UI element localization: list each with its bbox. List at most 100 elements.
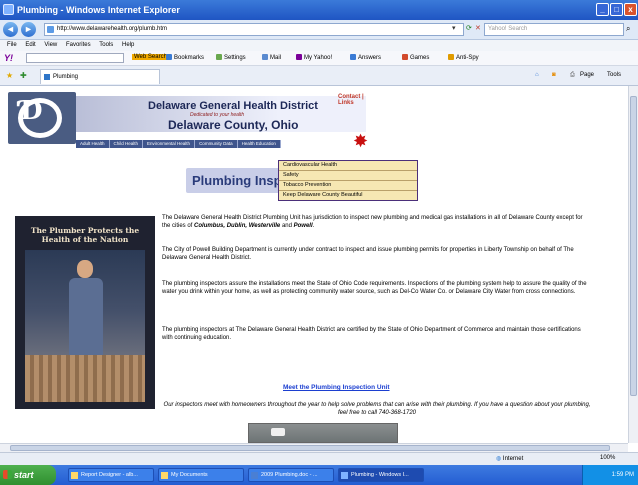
crowd-illustration bbox=[25, 355, 145, 402]
menu-help[interactable]: Help bbox=[122, 40, 134, 51]
yahoo-search-input[interactable] bbox=[26, 53, 124, 63]
nav-adult-health[interactable]: Adult Health bbox=[76, 140, 110, 148]
close-button[interactable]: x bbox=[624, 3, 637, 16]
district-name: Delaware General Health District bbox=[148, 100, 318, 112]
dropdown-arrow-icon[interactable]: ▾ bbox=[452, 24, 456, 32]
horizontal-scroll-thumb[interactable] bbox=[10, 445, 610, 451]
menu-file[interactable]: File bbox=[7, 40, 17, 51]
paragraph-inspectors: The plumbing inspectors assure the insta… bbox=[162, 281, 587, 295]
mail-button[interactable]: Mail bbox=[262, 54, 281, 61]
poster-illustration bbox=[25, 250, 145, 402]
menu-tools[interactable]: Tools bbox=[99, 40, 113, 51]
anti-spy-label: Anti-Spy bbox=[456, 55, 479, 61]
search-icon[interactable]: ⌕ bbox=[626, 24, 630, 34]
vertical-scroll-thumb[interactable] bbox=[630, 96, 637, 396]
dropdown-item-safety[interactable]: Safety bbox=[279, 171, 417, 181]
home-icon[interactable]: ⌂ bbox=[535, 72, 539, 78]
bookmarks-label: Bookmarks bbox=[174, 55, 205, 61]
minimize-button[interactable]: _ bbox=[596, 3, 609, 16]
yahoo-logo[interactable]: Y! bbox=[4, 53, 13, 63]
nav-community-data[interactable]: Community Data bbox=[195, 140, 238, 148]
web-search-button[interactable]: Web Search bbox=[132, 54, 169, 60]
meet-unit-link[interactable]: Meet the Plumbing Inspection Unit bbox=[283, 384, 390, 391]
task-report-designer[interactable]: Report Designer - alb... bbox=[68, 468, 154, 482]
bookmarks-button[interactable]: Bookmarks bbox=[166, 54, 204, 61]
maximize-button[interactable]: □ bbox=[610, 3, 623, 16]
folder-icon bbox=[161, 472, 168, 479]
ie-icon bbox=[341, 472, 348, 479]
my-yahoo-label: My Yahoo! bbox=[304, 55, 333, 61]
window-title-bar: Plumbing - Windows Internet Explorer _ □… bbox=[0, 0, 638, 20]
add-favorite-icon[interactable]: ✚ bbox=[20, 71, 27, 80]
dropdown-item-tobacco[interactable]: Tobacco Prevention bbox=[279, 181, 417, 191]
settings-icon bbox=[216, 54, 222, 60]
page-menu-button[interactable]: Page bbox=[580, 72, 594, 78]
nav-child-health[interactable]: Child Health bbox=[110, 140, 144, 148]
search-input[interactable]: Yahoo! Search bbox=[484, 23, 624, 36]
menu-bar: File Edit View Favorites Tools Help bbox=[0, 40, 638, 51]
truck-image bbox=[271, 428, 285, 436]
paragraph-powell: The City of Powell Building Department i… bbox=[162, 247, 574, 261]
nav-health-education[interactable]: Health Education bbox=[238, 140, 281, 148]
task-label: My Documents bbox=[171, 472, 208, 478]
games-icon bbox=[402, 54, 408, 60]
feeds-icon[interactable]: ◙ bbox=[552, 72, 556, 78]
my-yahoo-button[interactable]: My Yahoo! bbox=[296, 54, 332, 61]
contact-note: Our inspectors meet with homeowners thro… bbox=[163, 402, 591, 416]
task-word-doc[interactable]: 2009 Plumbing.doc - ... bbox=[248, 468, 334, 482]
start-button[interactable]: start bbox=[0, 465, 56, 485]
windows-flag-icon bbox=[3, 470, 12, 479]
settings-label: Settings bbox=[224, 55, 246, 61]
settings-button[interactable]: Settings bbox=[216, 54, 246, 61]
logo-letter-icon: Ɗ bbox=[20, 96, 43, 126]
dropdown-item-keep-beautiful[interactable]: Keep Delaware County Beautiful bbox=[279, 191, 417, 200]
answers-icon bbox=[350, 54, 356, 60]
menu-edit[interactable]: Edit bbox=[25, 40, 35, 51]
tab-label: Plumbing bbox=[53, 74, 79, 80]
refresh-icon[interactable]: ⟳ bbox=[466, 24, 472, 32]
stop-icon[interactable]: ✕ bbox=[475, 24, 481, 32]
menu-favorites[interactable]: Favorites bbox=[66, 40, 91, 51]
tab-plumbing[interactable]: Plumbing bbox=[40, 69, 160, 84]
forward-button[interactable]: ► bbox=[21, 22, 36, 37]
favorites-star-icon[interactable]: ★ bbox=[6, 71, 13, 80]
nav-environmental-health[interactable]: Environmental Health bbox=[143, 140, 196, 148]
dghd-logo[interactable]: Ɗ bbox=[8, 92, 76, 144]
dropdown-item-cardiovascular[interactable]: Cardiovascular Health bbox=[279, 161, 417, 171]
site-header: Ɗ Delaware General Health District Dedic… bbox=[8, 90, 373, 151]
vertical-scrollbar[interactable] bbox=[628, 86, 638, 443]
back-button[interactable]: ◄ bbox=[3, 22, 18, 37]
answers-label: Answers bbox=[358, 55, 382, 61]
taskbar: start Report Designer - alb... My Docume… bbox=[0, 465, 638, 485]
poster-line-1: The Plumber Protects the bbox=[30, 226, 140, 235]
window-title: Plumbing - Windows Internet Explorer bbox=[17, 5, 180, 15]
menu-view[interactable]: View bbox=[44, 40, 57, 51]
games-label: Games bbox=[410, 55, 430, 61]
print-icon[interactable]: ⎙ bbox=[570, 72, 575, 79]
starburst-icon: ✸ bbox=[353, 131, 369, 151]
anti-spy-button[interactable]: Anti-Spy bbox=[448, 54, 479, 61]
zone-label: Internet bbox=[502, 456, 524, 462]
page-content: Ɗ Delaware General Health District Dedic… bbox=[0, 86, 638, 443]
start-label: start bbox=[14, 470, 34, 480]
answers-button[interactable]: Answers bbox=[350, 54, 381, 61]
poster-line-2: Health of the Nation bbox=[41, 235, 129, 244]
bookmarks-icon bbox=[166, 54, 172, 60]
task-label: Report Designer - alb... bbox=[81, 472, 138, 478]
paragraph-certification: The plumbing inspectors at The Delaware … bbox=[162, 327, 581, 341]
my-yahoo-icon bbox=[296, 54, 302, 60]
task-ie-plumbing[interactable]: Plumbing - Windows I... bbox=[338, 468, 424, 482]
plumber-figure bbox=[69, 278, 103, 358]
task-my-documents[interactable]: My Documents bbox=[158, 468, 244, 482]
zoom-level[interactable]: 100% bbox=[600, 455, 615, 461]
horizontal-scrollbar[interactable] bbox=[0, 443, 628, 452]
clock[interactable]: 1:59 PM bbox=[612, 472, 634, 478]
games-button[interactable]: Games bbox=[402, 54, 429, 61]
tools-menu-button[interactable]: Tools bbox=[607, 72, 621, 78]
p1-cities: Columbus, Dublin, Westerville bbox=[194, 223, 281, 229]
contact-links[interactable]: Contact | Links bbox=[338, 94, 373, 106]
anti-spy-icon bbox=[448, 54, 454, 60]
mail-label: Mail bbox=[270, 55, 282, 61]
address-input[interactable]: http://www.delawarehealth.org/plumb.htm bbox=[44, 23, 464, 36]
p1-and: and bbox=[281, 223, 292, 229]
